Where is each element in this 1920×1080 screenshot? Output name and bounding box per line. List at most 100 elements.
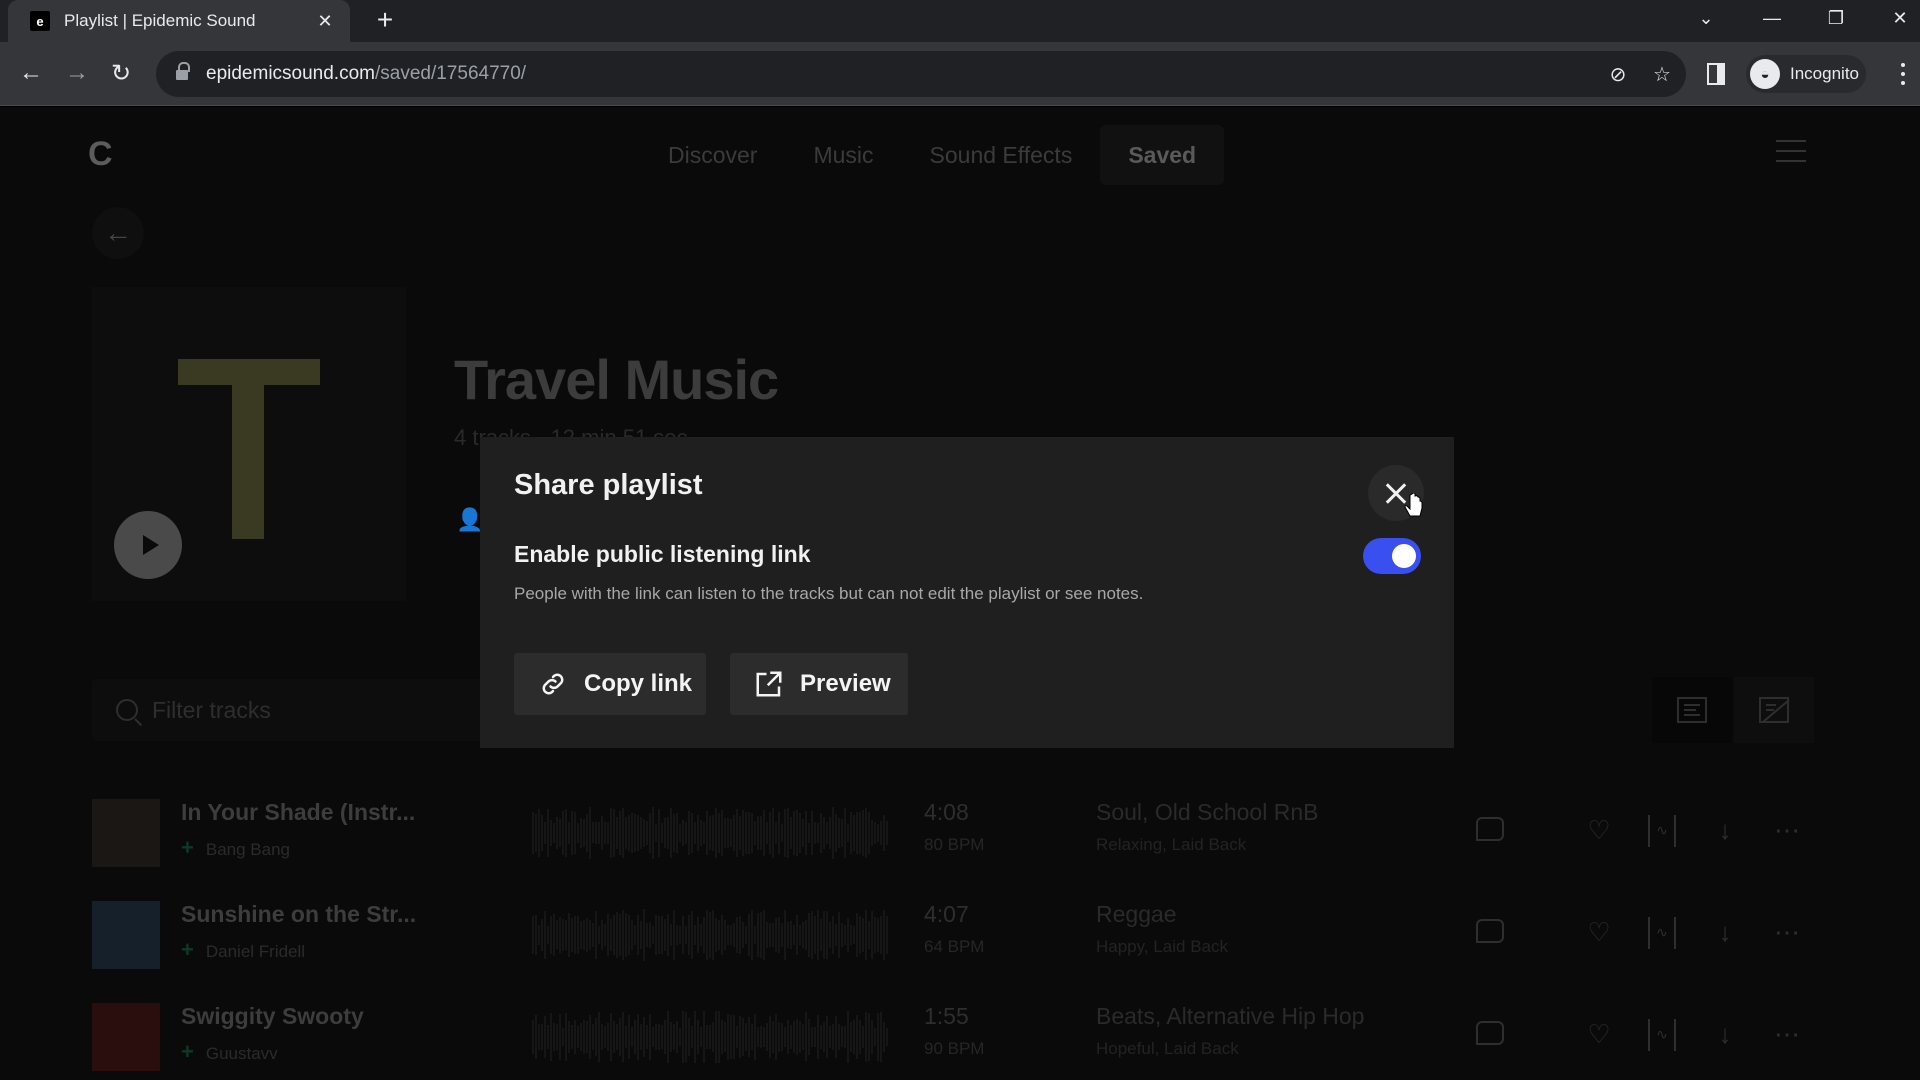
track-moods[interactable]: Hopeful, Laid Back xyxy=(1096,1039,1239,1059)
hamburger-menu-icon[interactable] xyxy=(1776,140,1806,162)
waveform-bar xyxy=(802,1023,804,1051)
window-close-button[interactable]: ✕ xyxy=(1872,0,1920,36)
waveform-bar xyxy=(670,923,672,947)
waveform-bar xyxy=(679,925,681,945)
waveform-bar xyxy=(619,810,621,856)
track-row[interactable]: In Your Shade (Instr... + Bang Bang 4:08 80 … xyxy=(92,795,1832,871)
track-genres[interactable]: Reggae xyxy=(1096,901,1177,928)
restore-button[interactable]: ❐ xyxy=(1808,0,1864,36)
waveform-bar xyxy=(694,1011,696,1063)
note-bubble-icon[interactable] xyxy=(1476,919,1504,943)
address-bar[interactable]: epidemicsound.com/saved/17564770/ ⊘ ☆ xyxy=(156,51,1686,97)
incognito-profile-button[interactable]: ◒ Incognito xyxy=(1746,55,1866,93)
track-title[interactable]: Swiggity Swooty xyxy=(181,1003,364,1030)
track-moods[interactable]: Happy, Laid Back xyxy=(1096,937,1228,957)
public-link-toggle[interactable] xyxy=(1363,538,1421,574)
epidemic-logo-icon[interactable]: C xyxy=(88,137,122,171)
follow-artist-icon[interactable]: + xyxy=(181,835,194,860)
stems-icon[interactable]: ∿ xyxy=(1648,815,1676,847)
track-title[interactable]: In Your Shade (Instr... xyxy=(181,799,415,826)
reload-icon[interactable]: ↻ xyxy=(104,56,138,90)
nav-sound-effects[interactable]: Sound Effects xyxy=(902,125,1101,185)
tab-search-chevron-icon[interactable]: ⌄ xyxy=(1678,0,1734,36)
download-icon[interactable]: ↓ xyxy=(1708,813,1742,847)
waveform-bar xyxy=(610,808,612,858)
waveform-bar xyxy=(640,920,642,950)
waveform-bar xyxy=(643,819,645,847)
artist-name[interactable]: Bang Bang xyxy=(206,840,290,859)
more-options-icon[interactable]: ⋯ xyxy=(1770,1017,1804,1051)
waveform-bar xyxy=(808,823,810,843)
stems-icon[interactable]: ∿ xyxy=(1648,917,1676,949)
track-moods[interactable]: Relaxing, Laid Back xyxy=(1096,835,1246,855)
stems-icon[interactable]: ∿ xyxy=(1648,1019,1676,1051)
more-options-icon[interactable]: ⋯ xyxy=(1770,813,1804,847)
hide-notes-button[interactable] xyxy=(1734,677,1814,743)
side-panel-icon[interactable] xyxy=(1707,63,1725,85)
note-bubble-icon[interactable] xyxy=(1476,817,1504,841)
follow-artist-icon[interactable]: + xyxy=(181,1039,194,1064)
artist-name[interactable]: Daniel Fridell xyxy=(206,942,305,961)
page-back-button[interactable]: ← xyxy=(92,207,144,259)
more-options-icon[interactable]: ⋯ xyxy=(1770,915,1804,949)
waveform-bar xyxy=(865,1011,867,1063)
waveform-bar xyxy=(706,1025,708,1049)
track-row[interactable]: Sunshine on the Str... + Daniel Fridell 4:0… xyxy=(92,897,1832,973)
track-artwork[interactable] xyxy=(92,901,160,969)
waveform-bar xyxy=(811,910,813,960)
waveform-bar xyxy=(841,1026,843,1048)
track-artwork[interactable] xyxy=(92,1003,160,1071)
show-notes-button[interactable] xyxy=(1652,677,1732,743)
filter-tracks-input[interactable] xyxy=(152,696,452,724)
download-icon[interactable]: ↓ xyxy=(1708,915,1742,949)
artist-name[interactable]: Guustavv xyxy=(206,1044,278,1063)
waveform-bar xyxy=(700,923,702,947)
note-bubble-icon[interactable] xyxy=(1476,1021,1504,1045)
heart-icon[interactable]: ♡ xyxy=(1582,813,1616,847)
new-tab-button[interactable]: + xyxy=(370,6,400,36)
waveform-bar xyxy=(874,822,876,844)
heart-icon[interactable]: ♡ xyxy=(1582,1017,1616,1051)
waveform-bar xyxy=(589,807,591,859)
track-genres[interactable]: Soul, Old School RnB xyxy=(1096,799,1318,826)
waveform-bar xyxy=(772,1021,774,1053)
bookmark-star-icon[interactable]: ☆ xyxy=(1650,63,1674,87)
tab-close-icon[interactable]: ✕ xyxy=(314,11,336,32)
waveform[interactable] xyxy=(532,1011,888,1063)
waveform-bar xyxy=(685,925,687,945)
nav-saved[interactable]: Saved xyxy=(1100,125,1225,185)
waveform-bar xyxy=(541,814,543,852)
download-icon[interactable]: ↓ xyxy=(1708,1017,1742,1051)
waveform-bar xyxy=(784,1027,786,1047)
waveform-bar xyxy=(649,812,651,854)
minimize-button[interactable]: — xyxy=(1744,0,1800,36)
browser-menu-icon[interactable] xyxy=(1896,60,1910,88)
waveform-bar xyxy=(556,1023,558,1051)
heart-icon[interactable]: ♡ xyxy=(1582,915,1616,949)
nav-discover[interactable]: Discover xyxy=(640,125,785,185)
waveform[interactable] xyxy=(532,807,888,859)
waveform-bar xyxy=(823,817,825,849)
nav-music[interactable]: Music xyxy=(785,125,901,185)
track-row[interactable]: Swiggity Swooty + Guustavv 1:55 90 BPM Beats,… xyxy=(92,999,1832,1075)
preview-button[interactable]: Preview xyxy=(730,653,908,715)
copy-link-button[interactable]: Copy link xyxy=(514,653,706,715)
waveform-bar xyxy=(721,810,723,856)
track-title[interactable]: Sunshine on the Str... xyxy=(181,901,416,928)
collaborators-icon[interactable]: 👤 xyxy=(456,507,483,532)
play-playlist-button[interactable] xyxy=(114,511,182,579)
waveform-bar xyxy=(580,920,582,950)
back-arrow-icon[interactable]: ← xyxy=(14,56,48,90)
share-playlist-dialog: Share playlist Enable public listening l… xyxy=(480,437,1454,748)
search-icon xyxy=(116,699,138,721)
follow-artist-icon[interactable]: + xyxy=(181,937,194,962)
browser-tab[interactable]: e Playlist | Epidemic Sound ✕ xyxy=(8,0,350,42)
forward-arrow-icon[interactable]: → xyxy=(60,56,94,90)
waveform-bar xyxy=(559,1014,561,1060)
waveform[interactable] xyxy=(532,909,888,961)
track-genres[interactable]: Beats, Alternative Hip Hop xyxy=(1096,1003,1364,1030)
waveform-bar xyxy=(565,1013,567,1061)
eye-off-icon[interactable]: ⊘ xyxy=(1606,63,1630,87)
filter-tracks-field[interactable] xyxy=(92,679,492,741)
track-artwork[interactable] xyxy=(92,799,160,867)
